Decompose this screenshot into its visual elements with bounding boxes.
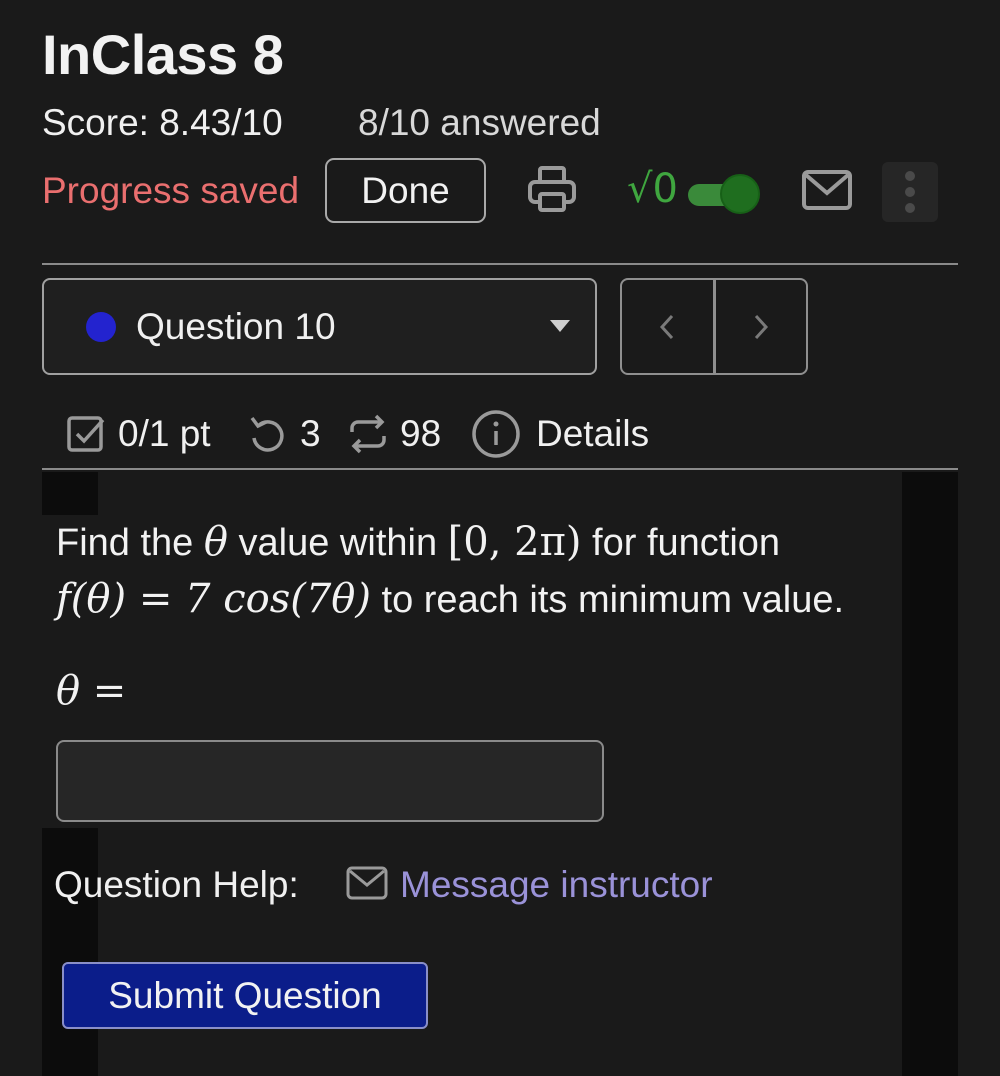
message-instructor-link[interactable]: Message instructor (400, 864, 713, 906)
page-title: InClass 8 (42, 23, 284, 86)
done-button[interactable]: Done (325, 158, 486, 223)
answer-prompt: θ = (56, 668, 127, 714)
theta-symbol: θ (203, 519, 228, 565)
question-nav (620, 278, 808, 375)
retries-indicator: 3 (246, 404, 321, 464)
undo-icon (250, 416, 284, 452)
points-indicator: 0/1 pt (66, 404, 211, 464)
attempts-text: 98 (400, 413, 442, 454)
submit-question-button[interactable]: Submit Question (62, 962, 428, 1029)
score-text: Score: 8.43/10 (42, 102, 283, 143)
message-instructor-icon-wrap[interactable] (346, 866, 390, 904)
retries-text: 3 (300, 413, 321, 454)
math-entry-toggle[interactable] (688, 174, 762, 214)
points-text: 0/1 pt (118, 413, 211, 454)
more-options-button[interactable] (882, 162, 938, 222)
email-button[interactable] (800, 166, 854, 214)
next-question-button[interactable] (712, 280, 807, 373)
print-button[interactable] (524, 160, 580, 220)
checkbox-icon (67, 416, 105, 452)
function-expression: f(θ) = 7 cos(7θ) (56, 576, 371, 622)
mail-icon (802, 170, 852, 210)
question-select-label: Question 10 (136, 306, 336, 347)
interval-expression: [0, 2π) (447, 519, 582, 565)
attempts-indicator: 98 (346, 404, 441, 464)
prev-question-button[interactable] (622, 280, 713, 373)
more-vertical-icon (905, 171, 915, 181)
toggle-knob (720, 174, 760, 214)
caret-down-icon (550, 320, 570, 332)
question-status-dot (86, 312, 116, 342)
details-label: Details (536, 413, 650, 454)
info-icon (472, 410, 520, 458)
question-text: Find the θ value within [0, 2π) for func… (56, 519, 845, 622)
meta-divider (42, 468, 958, 470)
header-divider (42, 263, 958, 265)
chevron-right-icon (754, 314, 768, 339)
mail-icon (346, 866, 388, 900)
chevron-left-icon (660, 314, 674, 339)
question-select[interactable]: Question 10 (42, 278, 597, 375)
progress-status: Progress saved (42, 170, 300, 211)
math-entry-toggle-label: √0 (627, 166, 678, 212)
repeat-icon (350, 414, 386, 454)
question-help-label: Question Help: (54, 864, 299, 905)
answered-count: 8/10 answered (358, 102, 601, 143)
details-button[interactable]: Details (470, 404, 649, 464)
printer-icon (528, 166, 576, 212)
answer-input[interactable] (56, 740, 604, 822)
